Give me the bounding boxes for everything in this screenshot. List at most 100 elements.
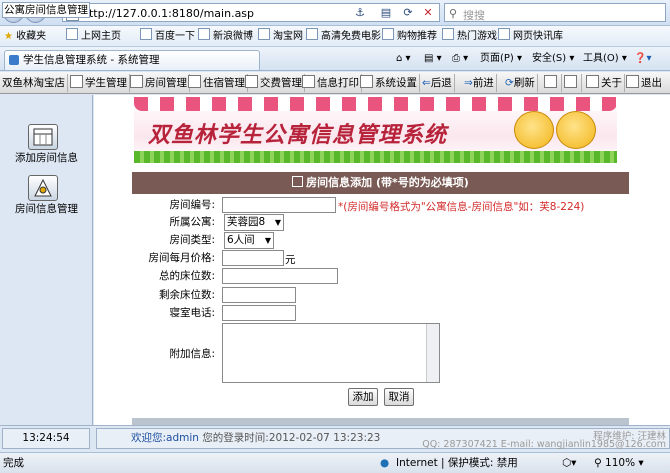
bookmark-icon xyxy=(66,28,78,40)
content-footer-strip xyxy=(132,418,629,425)
menu-fees[interactable]: 交费管理 xyxy=(243,74,305,92)
tab-bar: 学生信息管理系统 - 系统管理 ⌂ ▾ ▤ ▾ ⎙ ▾ 页面(P) ▾ 安全(S… xyxy=(0,47,670,71)
extra-textarea[interactable] xyxy=(222,323,440,383)
extra-label: 附加信息: xyxy=(169,348,215,360)
price-unit: 元 xyxy=(285,254,296,266)
fav-item-6[interactable]: 热门游戏 xyxy=(442,28,497,45)
remaining-beds-label: 剩余床位数: xyxy=(158,289,215,301)
compat-icon[interactable]: ⚓ xyxy=(350,3,370,22)
building-select[interactable]: 芙蓉园8 ▼ xyxy=(224,214,284,231)
menu-calc[interactable] xyxy=(542,74,562,92)
app-menu-bar: 双鱼林淘宝店 学生管理 房间管理 住宿管理 交费管理 信息打印 系统设置 ⇐后退… xyxy=(0,72,670,94)
search-icon: ⚲ xyxy=(449,7,458,20)
room-icon xyxy=(130,75,143,88)
globe-icon: ● xyxy=(380,457,390,469)
add-button[interactable]: 添加 xyxy=(348,388,378,406)
about-icon xyxy=(586,75,599,88)
type-select[interactable]: 6人间 ▼ xyxy=(224,232,274,249)
rss-icon[interactable]: ▤ xyxy=(376,3,396,22)
cancel-button[interactable]: 取消 xyxy=(384,388,414,406)
chevron-down-icon: ▼ xyxy=(274,218,281,227)
zoom-level[interactable]: ⚲ 110% ▾ xyxy=(594,453,644,473)
fav-item-3[interactable]: 淘宝网 xyxy=(258,28,303,45)
tools-menu[interactable]: 工具(O) ▾ xyxy=(583,51,627,67)
add-room-icon[interactable] xyxy=(28,124,58,150)
page-menu[interactable]: 页面(P) ▾ xyxy=(480,51,522,67)
bookmark-icon xyxy=(198,28,210,40)
menu-exit[interactable]: 退出 xyxy=(624,74,664,92)
bear-icon xyxy=(514,111,554,149)
fee-icon xyxy=(245,75,258,88)
menu-refresh[interactable]: ⟳刷新 xyxy=(503,74,538,92)
exit-icon xyxy=(626,75,639,88)
fav-item-1[interactable]: 百度一下 xyxy=(140,28,195,45)
bear-icon xyxy=(556,111,596,149)
contact: QQ: 287307421 E-mail: wangjianlin1985@12… xyxy=(422,439,666,450)
phone-label: 寝室电话: xyxy=(169,307,215,319)
url-text: http://127.0.0.1:8180/main.asp xyxy=(82,7,255,20)
form-header: 房间信息添加 (带*号的为必填项) xyxy=(132,172,629,194)
fav-item-2[interactable]: 新浪微博 xyxy=(198,28,253,45)
browser-tab[interactable]: 学生信息管理系统 - 系统管理 xyxy=(4,50,260,70)
favorites-button[interactable]: ★ 收藏夹 xyxy=(4,28,46,45)
clock: 13:24:54 xyxy=(2,428,90,449)
address-bar-row: ◀ ▶ ▼ http://127.0.0.1:8180/main.asp ⚓ ▤… xyxy=(0,0,670,26)
menu-about[interactable]: 关于 xyxy=(584,74,625,92)
refresh-icon[interactable]: ⟳ xyxy=(398,3,418,22)
menu-students[interactable]: 学生管理 xyxy=(68,74,130,92)
chevron-down-icon: ▼ xyxy=(264,236,271,245)
lodging-icon xyxy=(188,75,201,88)
print-info-icon xyxy=(302,75,315,88)
safety-menu[interactable]: 安全(S) ▾ xyxy=(532,51,574,67)
left-panel-header: 公寓房间信息管理 xyxy=(2,2,90,18)
status-bar: 完成 ● Internet | 保护模式: 禁用 ⬡▾ ⚲ 110% ▾ xyxy=(0,452,670,473)
left-item-add-room[interactable]: 添加房间信息 xyxy=(0,150,93,165)
print-icon[interactable]: ⎙ ▾ xyxy=(452,51,468,67)
calculator-icon xyxy=(544,75,557,88)
room-no-hint: *(房间编号格式为"公寓信息-房间信息"如：芙8-224) xyxy=(338,201,585,213)
manage-room-icon[interactable] xyxy=(28,175,58,201)
price-label: 房间每月价格: xyxy=(148,252,215,264)
feed-icon[interactable]: ▤ ▾ xyxy=(424,51,442,67)
room-no-input[interactable] xyxy=(222,197,336,213)
total-beds-label: 总的床位数: xyxy=(158,270,215,282)
search-placeholder: 搜搜 xyxy=(463,9,485,22)
settings-icon xyxy=(360,75,373,88)
bookmark-icon xyxy=(382,28,394,40)
menu-back[interactable]: ⇐后退 xyxy=(420,74,455,92)
bookmark-icon xyxy=(498,28,510,40)
site-icon xyxy=(9,55,19,65)
protected-icon[interactable]: ⬡▾ xyxy=(562,453,576,473)
menu-settings[interactable]: 系统设置 xyxy=(358,74,420,92)
menu-forward[interactable]: ⇒前进 xyxy=(462,74,497,92)
menu-notes[interactable] xyxy=(562,74,582,92)
fav-item-0[interactable]: 上网主页 xyxy=(66,28,121,45)
home-icon[interactable]: ⌂ ▾ xyxy=(396,51,411,67)
fav-item-5[interactable]: 购物推荐 xyxy=(382,28,437,45)
banner-title: 双鱼林学生公寓信息管理系统 xyxy=(148,122,448,148)
arrow-right-icon: ⇒ xyxy=(464,77,473,89)
search-input[interactable]: ⚲ 搜搜 xyxy=(444,3,666,22)
phone-input[interactable] xyxy=(222,305,296,321)
help-icon[interactable]: ❓▾ xyxy=(634,51,651,67)
menu-rooms[interactable]: 房间管理 xyxy=(128,74,190,92)
zone-text: Internet | 保护模式: 禁用 xyxy=(396,457,518,469)
student-icon xyxy=(70,75,83,88)
room-no-label: 房间编号: xyxy=(169,199,215,211)
bookmark-icon xyxy=(306,28,318,40)
menu-print[interactable]: 信息打印 xyxy=(300,74,362,92)
system-banner: 双鱼林学生公寓信息管理系统 xyxy=(134,97,617,163)
price-input[interactable] xyxy=(222,250,284,266)
scrollbar[interactable] xyxy=(426,324,439,382)
fav-item-4[interactable]: 高清免费电影 xyxy=(306,28,381,45)
menu-shop[interactable]: 双鱼林淘宝店 xyxy=(0,74,68,92)
stop-icon[interactable]: ✕ xyxy=(418,3,438,22)
left-item-manage-room[interactable]: 房间信息管理 xyxy=(0,201,93,216)
menu-lodging[interactable]: 住宿管理 xyxy=(186,74,248,92)
bookmark-icon xyxy=(140,28,152,40)
fav-item-7[interactable]: 网页快讯库 xyxy=(498,28,563,45)
total-beds-input[interactable] xyxy=(222,268,338,284)
remaining-beds-input[interactable] xyxy=(222,287,296,303)
bookmark-icon xyxy=(442,28,454,40)
status-text: 完成 xyxy=(3,457,24,469)
